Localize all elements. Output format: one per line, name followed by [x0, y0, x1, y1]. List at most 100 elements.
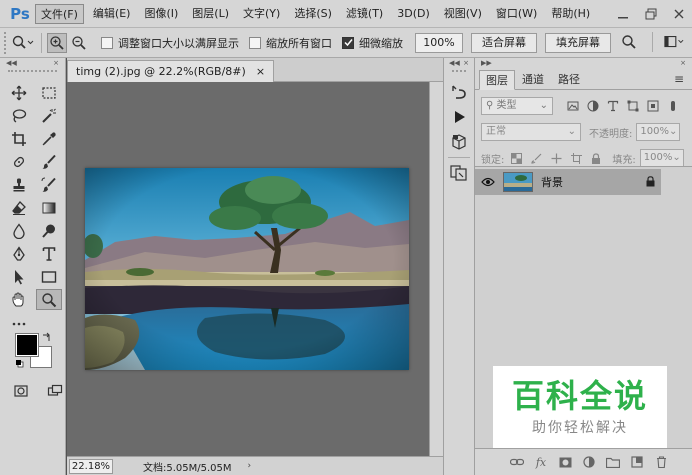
menu-filter[interactable]: 滤镜(T): [341, 4, 388, 24]
resize-windows-checkbox[interactable]: [101, 36, 113, 49]
menu-layer[interactable]: 图层(L): [187, 4, 234, 24]
layers-close-icon[interactable]: ×: [680, 58, 686, 68]
pixel-filter-icon[interactable]: [567, 100, 579, 112]
zoom-tool-icon[interactable]: [36, 289, 62, 310]
smart-object-filter-icon[interactable]: [647, 100, 659, 112]
menu-view[interactable]: 视图(V): [439, 4, 487, 24]
close-tab-icon[interactable]: ×: [256, 65, 265, 78]
menu-image[interactable]: 图像(I): [139, 4, 183, 24]
healing-brush-tool-icon[interactable]: [6, 151, 32, 172]
blend-mode-select[interactable]: 正常 ⌄: [481, 123, 581, 141]
pen-tool-icon[interactable]: [6, 243, 32, 264]
close-icon[interactable]: [672, 7, 686, 21]
zoom-all-checkbox[interactable]: [249, 36, 261, 49]
magic-wand-tool-icon[interactable]: [36, 105, 62, 126]
filter-toggle-icon[interactable]: [667, 100, 679, 112]
brush-tool-icon[interactable]: [36, 151, 62, 172]
more-tools-icon[interactable]: [6, 312, 32, 333]
group-folder-icon[interactable]: [606, 455, 620, 469]
scrubby-zoom-checkbox[interactable]: [342, 36, 354, 49]
document-tab[interactable]: timg (2).jpg @ 22.2%(RGB/8#) ×: [67, 60, 275, 82]
close-panel-icon[interactable]: ×: [53, 58, 59, 68]
visibility-eye-icon[interactable]: [475, 177, 501, 187]
menu-3d[interactable]: 3D(D): [392, 4, 435, 24]
lock-transparent-icon[interactable]: [510, 152, 522, 164]
kind-filter-select[interactable]: ⚲ 类型 ⌄: [481, 97, 553, 115]
zoom-percent-button[interactable]: 100%: [415, 32, 463, 53]
resize-windows-option[interactable]: 调整窗口大小以满屏显示: [101, 35, 239, 51]
lock-artboard-icon[interactable]: [570, 152, 582, 164]
eyedropper-tool-icon[interactable]: [36, 128, 62, 149]
foreground-color[interactable]: [15, 333, 39, 357]
menu-window[interactable]: 窗口(W): [491, 4, 542, 24]
menu-select[interactable]: 选择(S): [289, 4, 337, 24]
tab-channels[interactable]: 通道: [515, 69, 551, 89]
menu-type[interactable]: 文字(Y): [238, 4, 285, 24]
menu-help[interactable]: 帮助(H): [546, 4, 595, 24]
strip-grip[interactable]: [452, 70, 466, 78]
collapse-icon[interactable]: ▶▶: [481, 58, 492, 68]
properties-panel-icon[interactable]: [447, 162, 471, 184]
marquee-tool-icon[interactable]: [36, 82, 62, 103]
move-tool-icon[interactable]: [6, 82, 32, 103]
opacity-field[interactable]: 100% ⌄: [636, 123, 681, 141]
type-tool-icon[interactable]: [36, 243, 62, 264]
adjustment-filter-icon[interactable]: [587, 100, 599, 112]
eraser-tool-icon[interactable]: [6, 197, 32, 218]
swap-colors-icon[interactable]: [42, 332, 52, 342]
zoom-in-button[interactable]: [47, 32, 67, 53]
zoom-tool-preset-icon[interactable]: [10, 32, 36, 54]
screen-mode-icon[interactable]: [42, 380, 68, 401]
menu-file[interactable]: 文件(F): [35, 3, 84, 24]
lasso-tool-icon[interactable]: [6, 105, 32, 126]
fit-screen-button[interactable]: 适合屏幕: [471, 32, 537, 53]
zoom-out-button[interactable]: [69, 33, 89, 53]
crop-tool-icon[interactable]: [6, 128, 32, 149]
fx-icon[interactable]: fx: [534, 455, 548, 469]
gradient-tool-icon[interactable]: [36, 197, 62, 218]
zoom-level-field[interactable]: 22.18%: [69, 458, 113, 474]
history-panel-icon[interactable]: [447, 81, 471, 103]
blur-tool-icon[interactable]: [6, 220, 32, 241]
hand-tool-icon[interactable]: [6, 289, 32, 310]
menu-edit[interactable]: 编辑(E): [88, 4, 136, 24]
dodge-tool-icon[interactable]: [36, 220, 62, 241]
lock-pixels-icon[interactable]: [530, 152, 542, 164]
tab-layers[interactable]: 图层: [479, 70, 515, 90]
minimize-icon[interactable]: [616, 7, 630, 21]
restore-icon[interactable]: [644, 7, 658, 21]
trash-icon[interactable]: [654, 455, 668, 469]
path-selection-tool-icon[interactable]: [6, 266, 32, 287]
quick-mask-icon[interactable]: [8, 380, 34, 401]
lock-all-icon[interactable]: [590, 152, 602, 164]
canvas-image[interactable]: [85, 168, 409, 370]
default-colors-icon[interactable]: [15, 359, 25, 369]
add-mask-icon[interactable]: [558, 455, 572, 469]
canvas-area[interactable]: [67, 82, 429, 456]
search-icon[interactable]: [619, 32, 639, 52]
lock-position-icon[interactable]: [550, 152, 562, 164]
new-layer-icon[interactable]: [630, 455, 644, 469]
history-brush-tool-icon[interactable]: [36, 174, 62, 195]
workspace-icon[interactable]: [664, 32, 684, 52]
fill-screen-button[interactable]: 填充屏幕: [545, 32, 611, 53]
status-menu-arrow[interactable]: ›: [248, 461, 252, 471]
adjustment-layer-icon[interactable]: [582, 455, 596, 469]
strip-close-icon[interactable]: ×: [463, 58, 469, 68]
vertical-scrollbar[interactable]: [429, 82, 443, 456]
layer-row-background[interactable]: 背景: [475, 169, 661, 195]
clone-stamp-tool-icon[interactable]: [6, 174, 32, 195]
actions-play-icon[interactable]: [447, 106, 471, 128]
rectangle-tool-icon[interactable]: [36, 266, 62, 287]
expand-panels-icon[interactable]: ◀◀: [449, 58, 460, 68]
shape-filter-icon[interactable]: [627, 100, 639, 112]
type-filter-icon[interactable]: [607, 100, 619, 112]
fill-field[interactable]: 100% ⌄: [639, 149, 684, 167]
tab-paths[interactable]: 路径: [551, 69, 587, 89]
3d-panel-icon[interactable]: [447, 131, 471, 153]
link-layers-icon[interactable]: [510, 455, 524, 469]
panel-menu-icon[interactable]: ≡: [674, 72, 684, 86]
scrubby-zoom-option[interactable]: 细微缩放: [342, 35, 403, 51]
tools-grip[interactable]: [8, 70, 57, 78]
collapse-left-icon[interactable]: ◀◀: [6, 58, 17, 68]
